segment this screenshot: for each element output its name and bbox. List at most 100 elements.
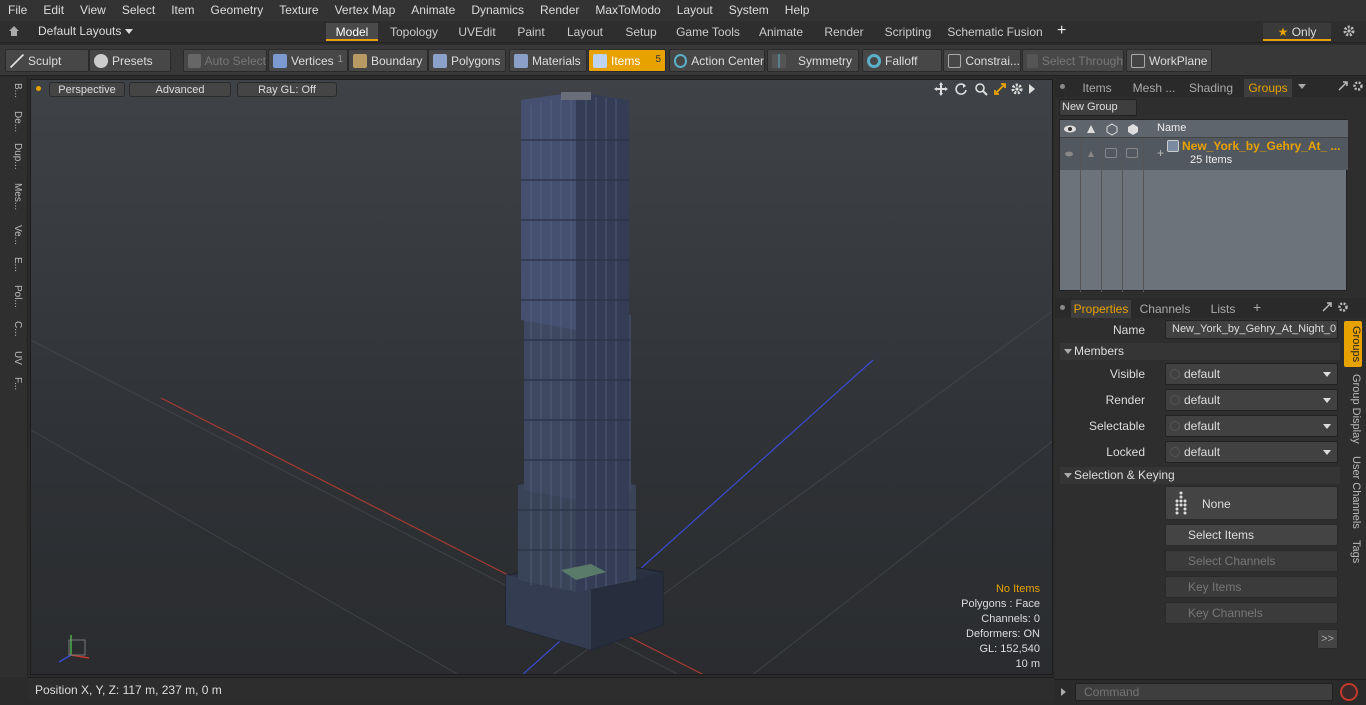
- key-channels-button[interactable]: Key Channels: [1165, 602, 1338, 624]
- tab-animate[interactable]: Animate: [752, 23, 810, 41]
- add-tab-icon[interactable]: +: [1057, 22, 1066, 40]
- command-expand-icon[interactable]: [1061, 688, 1066, 696]
- tab-groups[interactable]: Groups: [1244, 79, 1292, 97]
- sculpt-button[interactable]: Sculpt: [5, 49, 89, 72]
- tab-mesh[interactable]: Mesh ...: [1129, 79, 1179, 97]
- vertices-button[interactable]: Vertices 1: [268, 49, 348, 72]
- only-toggle[interactable]: ★ Only: [1263, 23, 1331, 41]
- tab-render[interactable]: Render: [818, 23, 870, 41]
- tab-paint[interactable]: Paint: [510, 23, 552, 41]
- tab-properties[interactable]: Properties: [1071, 300, 1131, 318]
- selectable-icon[interactable]: [1126, 122, 1140, 136]
- selection-set-none[interactable]: None: [1165, 486, 1338, 520]
- members-section-header[interactable]: Members: [1060, 343, 1340, 360]
- boundary-button[interactable]: Boundary: [348, 49, 428, 72]
- layout-home-icon[interactable]: [8, 25, 20, 37]
- tab-items[interactable]: Items: [1077, 79, 1117, 97]
- symmetry-button[interactable]: Symmetry: [767, 49, 859, 72]
- menu-system[interactable]: System: [721, 0, 777, 21]
- presets-button[interactable]: Presets: [89, 49, 171, 72]
- gear-icon[interactable]: [1342, 24, 1356, 38]
- action-center-button[interactable]: Action Center: [669, 49, 765, 72]
- left-tab-curve[interactable]: C...: [3, 321, 23, 337]
- menu-render[interactable]: Render: [532, 0, 587, 21]
- tab-uvedit[interactable]: UVEdit: [452, 23, 502, 41]
- panel-gear-icon[interactable]: [1352, 80, 1364, 92]
- render-dropdown[interactable]: default: [1165, 389, 1338, 411]
- menu-item[interactable]: Item: [163, 0, 202, 21]
- tab-topology[interactable]: Topology: [386, 23, 442, 41]
- select-items-button[interactable]: Select Items: [1165, 524, 1338, 546]
- select-channels-button[interactable]: Select Channels: [1165, 550, 1338, 572]
- left-tab-deform[interactable]: De...: [3, 111, 23, 132]
- menu-maxtomodo[interactable]: MaxToModo: [587, 0, 668, 21]
- command-input[interactable]: [1075, 683, 1333, 701]
- record-icon[interactable]: [1340, 683, 1358, 701]
- row-eye-icon[interactable]: [1064, 148, 1074, 158]
- panel-maximize-icon[interactable]: [1337, 80, 1349, 92]
- lock-icon[interactable]: [1105, 122, 1119, 136]
- key-items-button[interactable]: Key Items: [1165, 576, 1338, 598]
- tab-lists[interactable]: Lists: [1203, 300, 1243, 318]
- render-icon[interactable]: [1084, 122, 1098, 136]
- tab-schematic-fusion[interactable]: Schematic Fusion: [946, 23, 1044, 41]
- materials-button[interactable]: Materials: [509, 49, 587, 72]
- tabs-dropdown-icon[interactable]: [1298, 84, 1306, 89]
- falloff-button[interactable]: Falloff: [862, 49, 942, 72]
- left-tab-mesh-edit[interactable]: Mes...: [3, 183, 23, 210]
- tab-game-tools[interactable]: Game Tools: [672, 23, 744, 41]
- tab-setup[interactable]: Setup: [618, 23, 664, 41]
- select-through-button[interactable]: Select Through: [1022, 49, 1124, 72]
- panel-gear-icon[interactable]: [1337, 301, 1349, 313]
- visible-dropdown[interactable]: default: [1165, 363, 1338, 385]
- row-render-icon[interactable]: [1086, 148, 1096, 158]
- expand-plus-icon[interactable]: +: [1157, 146, 1164, 160]
- row-lock-toggle[interactable]: [1105, 148, 1117, 158]
- group-row[interactable]: + New_York_by_Gehry_At_ ... 25 Items: [1060, 138, 1348, 170]
- tab-channels[interactable]: Channels: [1137, 300, 1193, 318]
- selection-keying-section-header[interactable]: Selection & Keying: [1060, 467, 1340, 484]
- left-tab-uv[interactable]: UV: [3, 351, 23, 365]
- side-tab-tags[interactable]: Tags: [1344, 537, 1362, 567]
- workplane-button[interactable]: WorkPlane: [1126, 49, 1212, 72]
- auto-select-button[interactable]: Auto Select: [183, 49, 267, 72]
- side-tab-user-channels[interactable]: User Channels: [1344, 455, 1362, 529]
- tab-model[interactable]: Model: [326, 23, 378, 41]
- items-button[interactable]: Items 5: [588, 49, 666, 72]
- locked-dropdown[interactable]: default: [1165, 441, 1338, 463]
- selectable-dropdown[interactable]: default: [1165, 415, 1338, 437]
- menu-file[interactable]: File: [0, 0, 35, 21]
- menu-edit[interactable]: Edit: [35, 0, 72, 21]
- add-tab-icon[interactable]: +: [1253, 299, 1261, 315]
- layout-selector[interactable]: Default Layouts: [38, 24, 133, 38]
- left-tab-edge[interactable]: E...: [3, 257, 23, 272]
- menu-vertex-map[interactable]: Vertex Map: [327, 0, 404, 21]
- panel-maximize-icon[interactable]: [1321, 301, 1333, 313]
- tab-shading[interactable]: Shading: [1187, 79, 1235, 97]
- menu-animate[interactable]: Animate: [403, 0, 463, 21]
- menu-layout[interactable]: Layout: [669, 0, 721, 21]
- constraints-button[interactable]: Constrai...: [943, 49, 1021, 72]
- tab-scripting[interactable]: Scripting: [878, 23, 938, 41]
- menu-help[interactable]: Help: [777, 0, 818, 21]
- left-tab-basic[interactable]: B...: [3, 83, 23, 98]
- menu-dynamics[interactable]: Dynamics: [463, 0, 532, 21]
- left-tab-polygon[interactable]: Pol...: [3, 285, 23, 308]
- name-field[interactable]: New_York_by_Gehry_At_Night_0: [1165, 320, 1338, 339]
- menu-geometry[interactable]: Geometry: [203, 0, 272, 21]
- menu-texture[interactable]: Texture: [271, 0, 326, 21]
- side-tab-groups[interactable]: Groups: [1344, 321, 1362, 367]
- row-select-toggle[interactable]: [1126, 148, 1138, 158]
- new-group-button[interactable]: New Group: [1059, 99, 1137, 116]
- eye-icon[interactable]: [1063, 122, 1077, 136]
- more-button[interactable]: >>: [1317, 629, 1338, 649]
- left-tab-duplicate[interactable]: Dup...: [3, 143, 23, 170]
- side-tab-group-display[interactable]: Group Display: [1344, 373, 1362, 445]
- polygons-button[interactable]: Polygons: [428, 49, 506, 72]
- left-tab-vertex[interactable]: Ve...: [3, 225, 23, 245]
- menu-select[interactable]: Select: [114, 0, 163, 21]
- 3d-viewport[interactable]: Perspective Advanced Ray GL: Off No Item…: [30, 79, 1053, 675]
- menu-view[interactable]: View: [72, 0, 114, 21]
- tab-layout[interactable]: Layout: [560, 23, 610, 41]
- left-tab-fusion[interactable]: F...: [3, 377, 23, 390]
